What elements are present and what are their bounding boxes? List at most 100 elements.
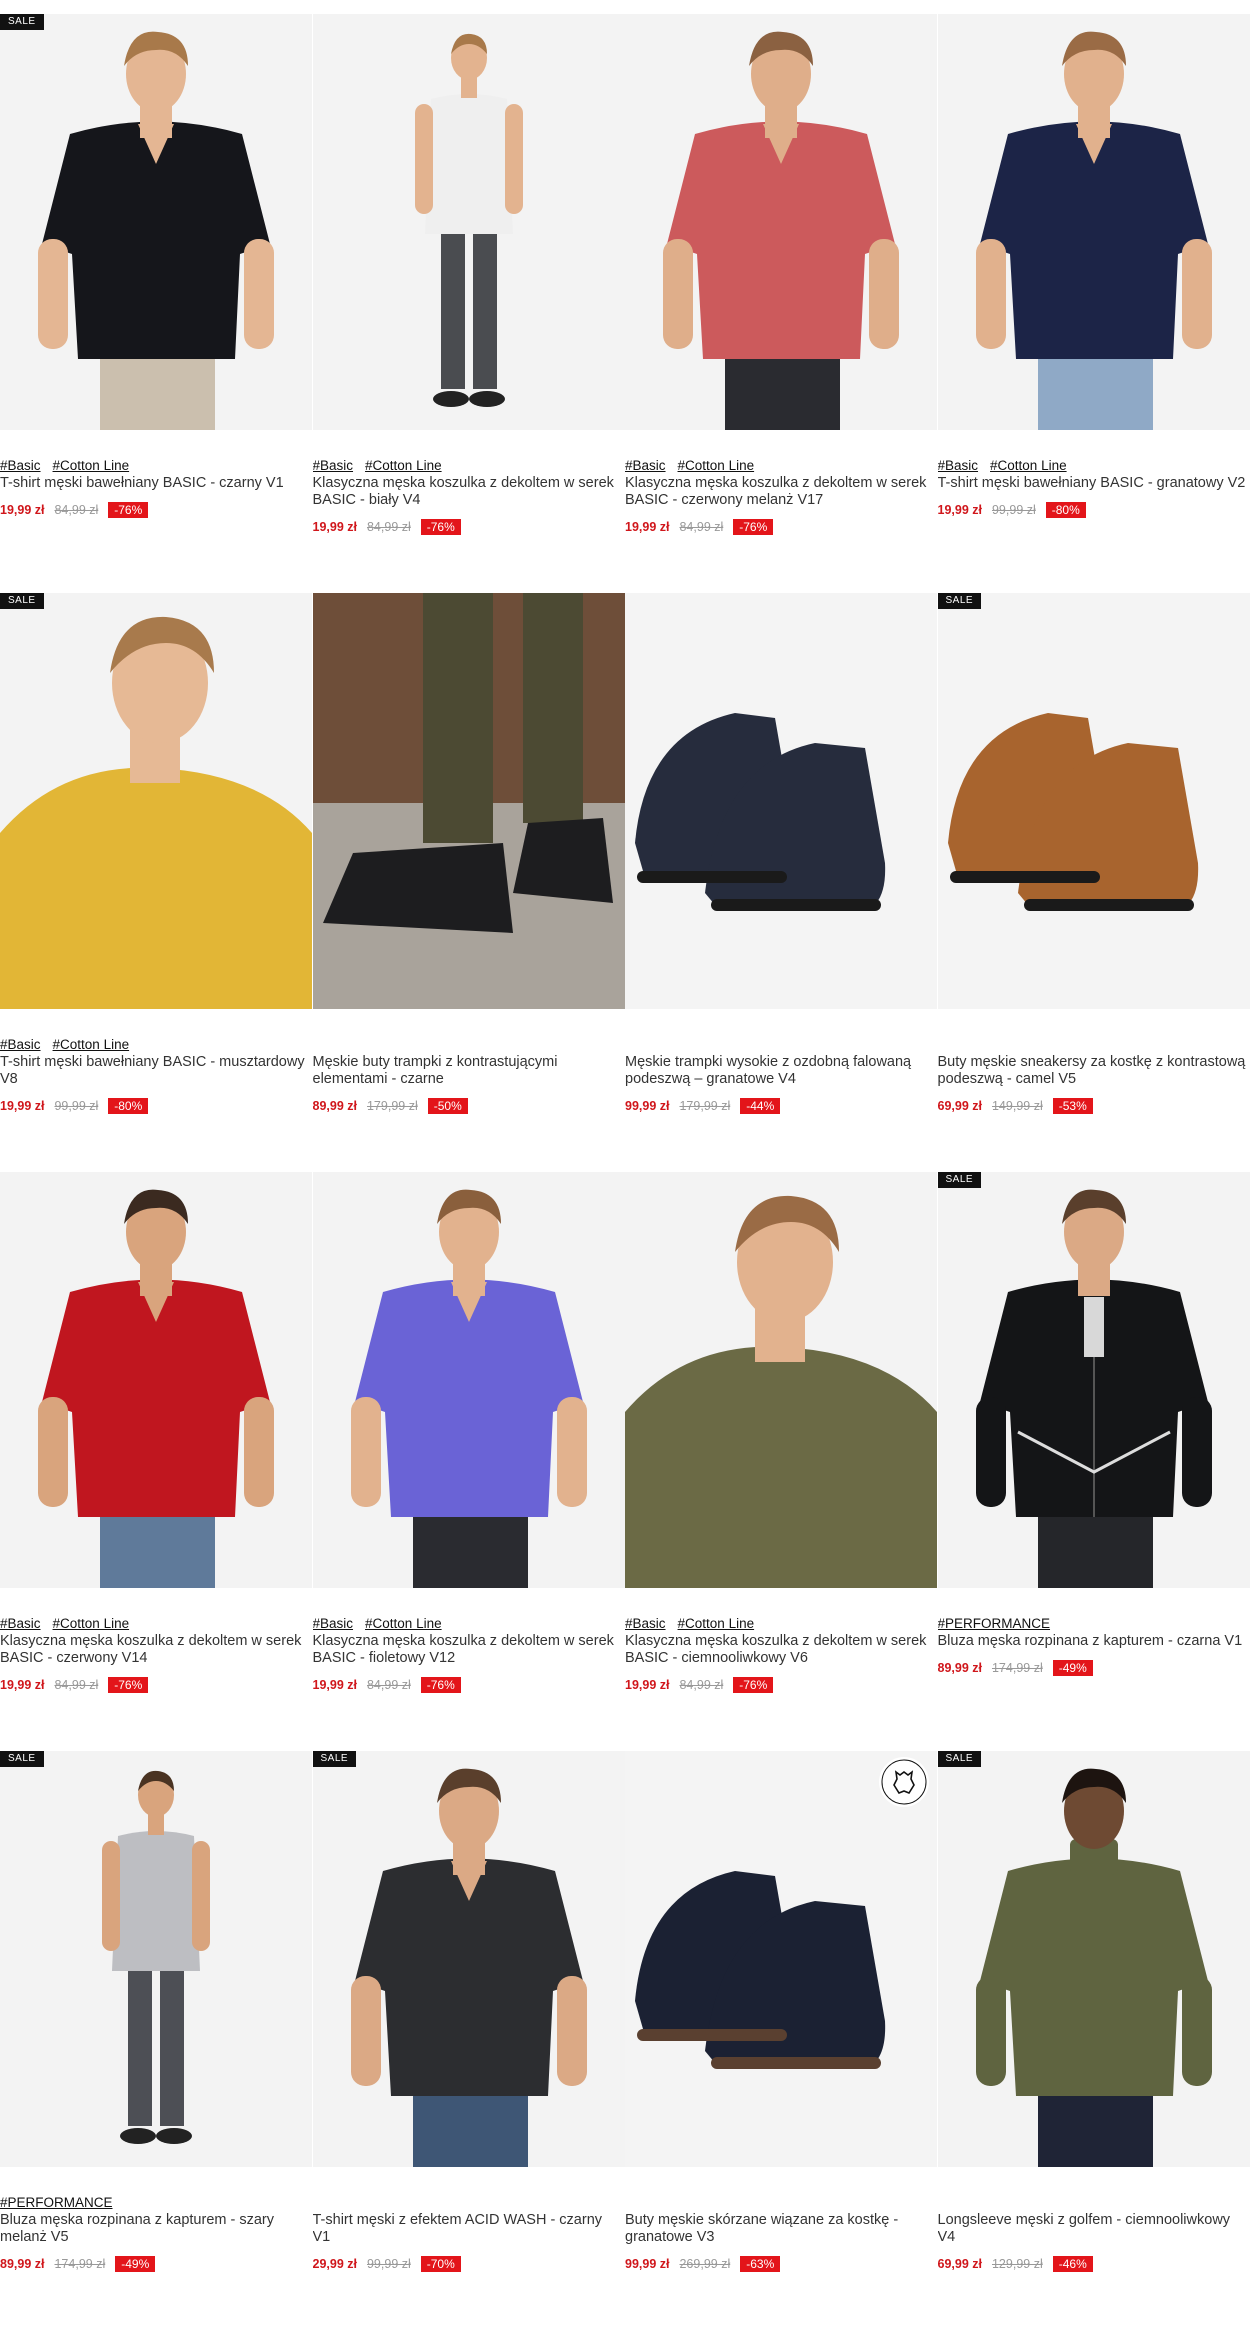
product-image[interactable] xyxy=(625,1172,937,1588)
product-image[interactable]: SALE xyxy=(0,1751,312,2167)
product-card[interactable]: #Basic #Cotton Line Klasyczna męska koszul… xyxy=(0,1172,313,1751)
product-tags: #Basic #Cotton Line xyxy=(0,1616,313,1632)
product-tag-link[interactable]: #Basic xyxy=(0,1037,41,1052)
product-card[interactable]: Męskie trampki wysokie z ozdobną falowan… xyxy=(625,593,938,1172)
product-photo xyxy=(0,593,312,1009)
product-image[interactable] xyxy=(0,1172,312,1588)
product-image[interactable]: SALE xyxy=(938,593,1250,1009)
product-tags xyxy=(625,2195,938,2211)
product-photo xyxy=(625,593,937,1009)
product-image[interactable] xyxy=(313,14,625,430)
product-tags: #Basic #Cotton Line xyxy=(625,1616,938,1632)
product-title[interactable]: Longsleeve męski z golfem - ciemnooliwko… xyxy=(938,2212,1250,2246)
discount-badge: -50% xyxy=(428,1098,468,1114)
product-info: #Basic #Cotton Line T-shirt męski bawełnia… xyxy=(938,430,1250,518)
old-price: 84,99 zł xyxy=(54,503,98,517)
product-card[interactable]: #Basic #Cotton Line Klasyczna męska koszul… xyxy=(313,1172,626,1751)
product-card[interactable]: Męskie buty trampki z kontrastującymi el… xyxy=(313,593,626,1172)
product-card[interactable]: #Basic #Cotton Line Klasyczna męska koszul… xyxy=(625,14,938,593)
current-price: 99,99 zł xyxy=(625,2257,669,2271)
product-card[interactable]: SALE #PERFORMANCE Bluza męska rozpinana z … xyxy=(0,1751,313,2330)
product-title[interactable]: Męskie trampki wysokie z ozdobną falowan… xyxy=(625,1054,938,1088)
product-title[interactable]: Klasyczna męska koszulka z dekoltem w se… xyxy=(313,475,626,509)
old-price: 174,99 zł xyxy=(992,1661,1043,1675)
product-image[interactable] xyxy=(938,14,1250,430)
product-info: #Basic #Cotton Line T-shirt męski bawełnia… xyxy=(0,1009,313,1114)
product-title[interactable]: T-shirt męski bawełniany BASIC - granato… xyxy=(938,475,1250,492)
product-tag-link[interactable]: #Cotton Line xyxy=(678,1616,755,1631)
current-price: 99,99 zł xyxy=(625,1099,669,1113)
product-photo xyxy=(938,14,1250,430)
product-title[interactable]: Męskie buty trampki z kontrastującymi el… xyxy=(313,1054,626,1088)
product-tag-link[interactable]: #PERFORMANCE xyxy=(938,1616,1051,1631)
product-image[interactable] xyxy=(313,1172,625,1588)
product-image[interactable]: SALE xyxy=(938,1751,1250,2167)
product-tag-link[interactable]: #Basic xyxy=(0,1616,41,1631)
product-card[interactable]: SALE Buty męskie sneakersy za kostkę z ko… xyxy=(938,593,1250,1172)
product-photo xyxy=(313,1172,625,1588)
product-title[interactable]: Bluza męska rozpinana z kapturem - szary… xyxy=(0,2212,313,2246)
product-tags: #Basic #Cotton Line xyxy=(938,458,1250,474)
product-title[interactable]: T-shirt męski bawełniany BASIC - musztar… xyxy=(0,1054,313,1088)
product-title[interactable]: Klasyczna męska koszulka z dekoltem w se… xyxy=(0,1633,313,1667)
current-price: 19,99 zł xyxy=(0,1678,44,1692)
product-tag-link[interactable]: #Basic xyxy=(625,458,666,473)
product-title[interactable]: T-shirt męski z efektem ACID WASH - czar… xyxy=(313,2212,626,2246)
product-info: #PERFORMANCE Bluza męska rozpinana z kapt… xyxy=(938,1588,1250,1676)
product-image[interactable] xyxy=(625,1751,937,2167)
current-price: 69,99 zł xyxy=(938,2257,982,2271)
price-row: 89,99 zł174,99 zł-49% xyxy=(938,1660,1250,1676)
product-tag-link[interactable]: #Basic xyxy=(313,1616,354,1631)
product-image[interactable]: SALE xyxy=(313,1751,625,2167)
product-image[interactable] xyxy=(625,593,937,1009)
product-card[interactable]: SALE Longsleeve męski z golfem - ciemnool… xyxy=(938,1751,1250,2330)
product-info: Męskie buty trampki z kontrastującymi el… xyxy=(313,1009,626,1114)
product-card[interactable]: SALE T-shirt męski z efektem ACID WASH - … xyxy=(313,1751,626,2330)
product-card[interactable]: #Basic #Cotton Line T-shirt męski bawełnia… xyxy=(938,14,1250,593)
product-card[interactable]: SALE #Basic #Cotton Line T-shirt męski bawe… xyxy=(0,14,313,593)
product-tag-link[interactable]: #Basic xyxy=(625,1616,666,1631)
product-title[interactable]: Klasyczna męska koszulka z dekoltem w se… xyxy=(313,1633,626,1667)
natural-leather-badge-icon xyxy=(879,1757,929,1807)
product-title[interactable]: T-shirt męski bawełniany BASIC - czarny … xyxy=(0,475,313,492)
product-tag-link[interactable]: #Cotton Line xyxy=(990,458,1067,473)
product-tag-link[interactable]: #Cotton Line xyxy=(53,1616,130,1631)
product-image[interactable] xyxy=(625,14,937,430)
current-price: 19,99 zł xyxy=(0,503,44,517)
product-tag-link[interactable]: #Cotton Line xyxy=(365,1616,442,1631)
product-title[interactable]: Buty męskie skórzane wiązane za kostkę -… xyxy=(625,2212,938,2246)
sale-badge: SALE xyxy=(0,593,44,609)
product-tag-link[interactable]: #Basic xyxy=(0,458,41,473)
product-card[interactable]: #Basic #Cotton Line Klasyczna męska koszul… xyxy=(313,14,626,593)
product-title[interactable]: Bluza męska rozpinana z kapturem - czarn… xyxy=(938,1633,1250,1650)
product-title[interactable]: Klasyczna męska koszulka z dekoltem w se… xyxy=(625,475,938,509)
product-tag-link[interactable]: #Cotton Line xyxy=(53,1037,130,1052)
discount-badge: -53% xyxy=(1053,1098,1093,1114)
product-image[interactable]: SALE xyxy=(0,593,312,1009)
product-tag-link[interactable]: #Cotton Line xyxy=(53,458,130,473)
product-info: Męskie trampki wysokie z ozdobną falowan… xyxy=(625,1009,938,1114)
old-price: 84,99 zł xyxy=(367,520,411,534)
product-card[interactable]: #Basic #Cotton Line Klasyczna męska koszul… xyxy=(625,1172,938,1751)
old-price: 84,99 zł xyxy=(54,1678,98,1692)
discount-badge: -70% xyxy=(421,2256,461,2272)
product-image[interactable] xyxy=(313,593,625,1009)
product-card[interactable]: SALE #PERFORMANCE Bluza męska rozpinana z … xyxy=(938,1172,1250,1751)
product-card[interactable]: Buty męskie skórzane wiązane za kostkę -… xyxy=(625,1751,938,2330)
product-card[interactable]: SALE #Basic #Cotton Line T-shirt męski bawe… xyxy=(0,593,313,1172)
product-tag-link[interactable]: #Cotton Line xyxy=(365,458,442,473)
product-image[interactable]: SALE xyxy=(0,14,312,430)
price-row: 89,99 zł174,99 zł-49% xyxy=(0,2256,313,2272)
old-price: 174,99 zł xyxy=(54,2257,105,2271)
product-photo xyxy=(625,14,937,430)
discount-badge: -49% xyxy=(1053,1660,1093,1676)
product-tag-link[interactable]: #Cotton Line xyxy=(678,458,755,473)
product-title[interactable]: Klasyczna męska koszulka z dekoltem w se… xyxy=(625,1633,938,1667)
product-title[interactable]: Buty męskie sneakersy za kostkę z kontra… xyxy=(938,1054,1250,1088)
product-tags xyxy=(313,2195,626,2211)
product-tag-link[interactable]: #Basic xyxy=(938,458,979,473)
product-tag-link[interactable]: #PERFORMANCE xyxy=(0,2195,113,2210)
product-tag-link[interactable]: #Basic xyxy=(313,458,354,473)
product-image[interactable]: SALE xyxy=(938,1172,1250,1588)
product-info: #Basic #Cotton Line Klasyczna męska koszul… xyxy=(625,1588,938,1693)
